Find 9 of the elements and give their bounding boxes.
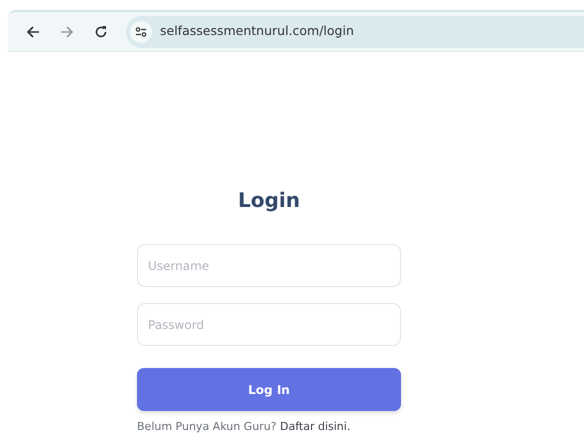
password-field[interactable]: Password xyxy=(137,303,401,346)
username-field[interactable]: Username xyxy=(137,244,401,287)
url-text: selfassessmentnurul.com/login xyxy=(160,22,354,40)
register-prompt: Belum Punya Akun Guru? Daftar disini. xyxy=(137,419,352,435)
address-bar[interactable]: selfassessmentnurul.com/login xyxy=(126,16,584,48)
site-settings-icon[interactable] xyxy=(130,20,152,42)
register-link[interactable]: Daftar disini. xyxy=(280,420,350,433)
login-button[interactable]: Log In xyxy=(137,368,401,411)
login-title: Login xyxy=(238,188,300,212)
